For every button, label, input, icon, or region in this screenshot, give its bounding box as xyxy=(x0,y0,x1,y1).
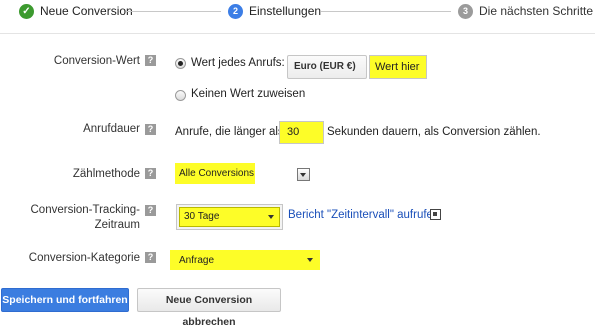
currency-select-value: Euro (EUR €) xyxy=(294,61,356,72)
report-link[interactable]: Bericht "Zeitintervall" aufrufen xyxy=(288,209,439,221)
step-1-label: Neue Conversion xyxy=(40,4,133,18)
cancel-conversion-button[interactable]: Neue Conversion abbrechen xyxy=(137,288,281,328)
tracking-period-label-line2: Zeitraum xyxy=(94,219,140,231)
radio-no-value[interactable] xyxy=(175,90,186,101)
help-icon[interactable]: ? xyxy=(145,252,156,263)
chevron-down-icon xyxy=(300,173,306,177)
header-divider xyxy=(0,33,595,34)
chevron-down-icon xyxy=(307,258,313,262)
step-1-checkmark-icon: ✓ xyxy=(19,4,34,19)
category-value: Anfrage xyxy=(179,255,215,266)
counting-method-select[interactable]: Alle Conversions xyxy=(175,163,255,184)
tracking-period-value: 30 Tage xyxy=(184,211,220,222)
seconds-input-value: 30 xyxy=(287,126,300,138)
step-3-label: Die nächsten Schritte xyxy=(479,4,594,18)
save-and-continue-button[interactable]: Speichern und fortfahren xyxy=(1,288,129,312)
external-link-icon[interactable] xyxy=(430,209,441,220)
counting-method-dropdown-button[interactable] xyxy=(297,168,310,181)
option-no-value-label: Keinen Wert zuweisen xyxy=(191,88,306,100)
value-input-text: Wert hier xyxy=(375,61,420,73)
option-each-call-label: Wert jedes Anrufs: xyxy=(191,57,285,69)
call-duration-label: Anrufdauer xyxy=(83,123,140,135)
seconds-input[interactable]: 30 xyxy=(279,121,324,144)
help-icon[interactable]: ? xyxy=(145,55,156,66)
step-2-number: 2 xyxy=(228,4,243,19)
help-icon[interactable]: ? xyxy=(145,168,156,179)
radio-value-each-call[interactable] xyxy=(175,58,186,69)
tracking-period-select[interactable]: 30 Tage xyxy=(179,207,280,227)
help-icon[interactable]: ? xyxy=(145,205,156,216)
help-icon[interactable]: ? xyxy=(145,124,156,135)
category-select[interactable]: Anfrage xyxy=(170,250,320,270)
chevron-down-icon xyxy=(268,215,274,219)
step-2-label: Einstellungen xyxy=(249,4,322,18)
cancel-button-label: Neue Conversion abbrechen xyxy=(165,294,253,328)
step-connector-1 xyxy=(126,11,221,12)
progress-stepper: ✓ Neue Conversion 2 Einstellungen 3 Die … xyxy=(0,0,595,26)
counting-method-value: Alle Conversions xyxy=(179,168,255,179)
step-connector-2 xyxy=(321,11,451,12)
call-duration-text-after: Sekunden dauern, als Conversion zählen. xyxy=(327,126,541,138)
save-button-label: Speichern und fortfahren xyxy=(2,294,128,306)
conversion-value-label: Conversion-Wert xyxy=(53,55,140,67)
value-input[interactable]: Wert hier xyxy=(369,55,427,79)
tracking-period-label-line1: Conversion-Tracking- xyxy=(30,204,141,216)
call-duration-text-before: Anrufe, die länger als xyxy=(175,126,284,138)
step-3-number: 3 xyxy=(458,4,473,19)
counting-method-label: Zählmethode xyxy=(72,168,140,180)
currency-select[interactable]: Euro (EUR €) xyxy=(287,55,367,79)
category-label: Conversion-Kategorie xyxy=(28,252,140,264)
